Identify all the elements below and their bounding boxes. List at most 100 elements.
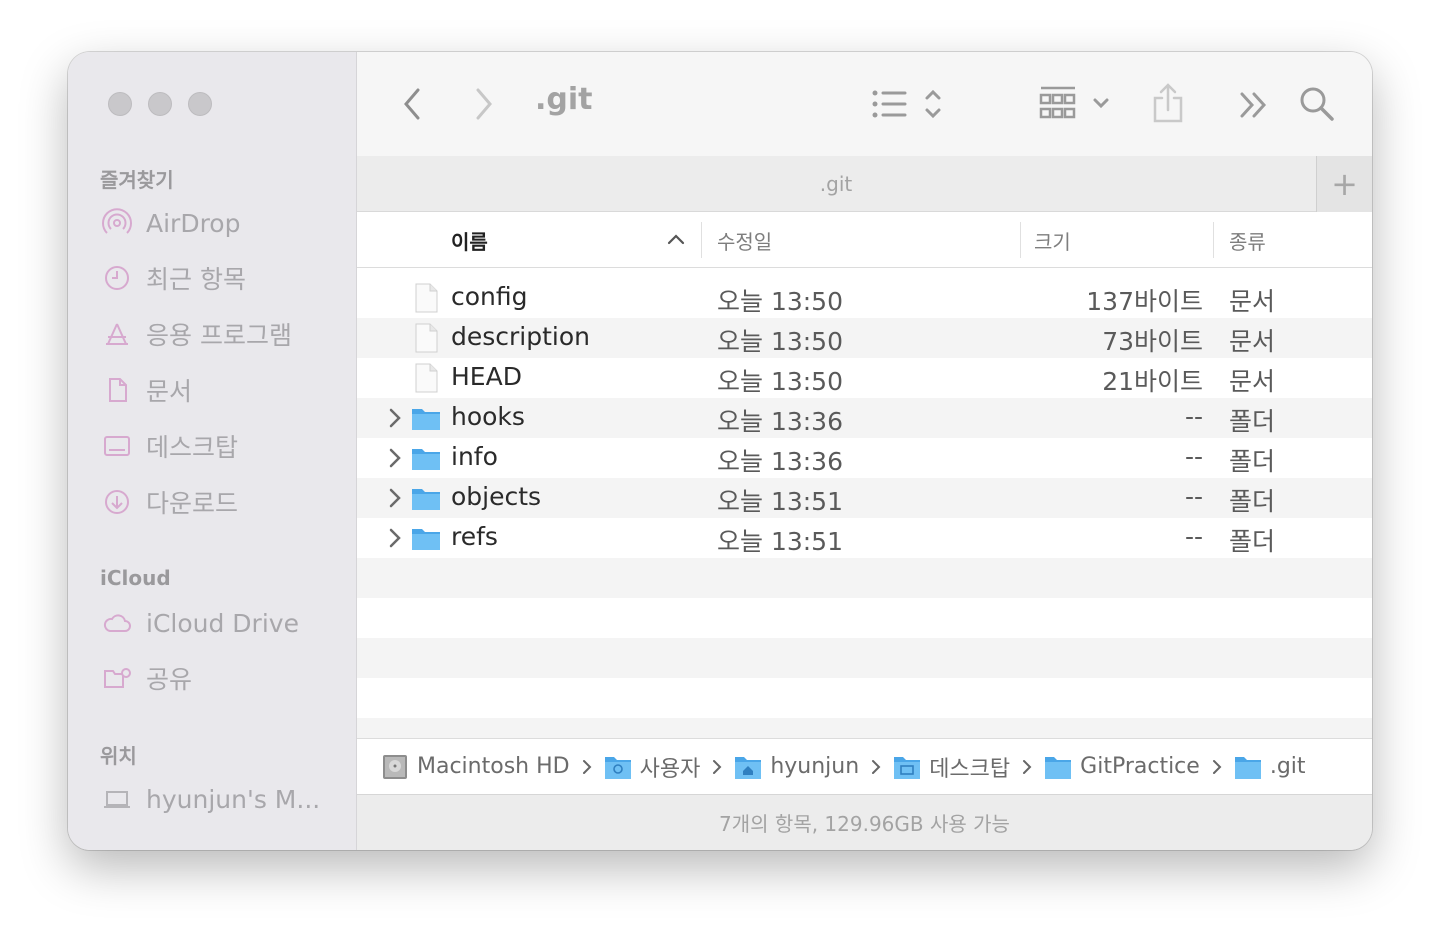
close-button[interactable] — [108, 92, 132, 116]
download-icon — [102, 487, 132, 517]
sidebar-item-label: 공유 — [146, 665, 193, 694]
sidebar-section-favorites: 즐겨찾기 — [100, 168, 174, 192]
file-size: -- — [1184, 402, 1203, 431]
sidebar-item-downloads[interactable]: 다운로드 — [102, 482, 238, 522]
path-item-label: 데스크탑 — [929, 756, 1011, 782]
chevron-left-icon — [404, 88, 420, 120]
file-kind: 문서 — [1229, 327, 1276, 356]
file-kind: 문서 — [1229, 287, 1276, 316]
disclosure-button[interactable] — [385, 486, 405, 510]
file-kind: 문서 — [1229, 367, 1276, 396]
airdrop-icon — [102, 208, 132, 238]
sidebar-item-icloud-drive[interactable]: iCloud Drive — [102, 603, 299, 643]
path-item-users[interactable]: 사용자 — [604, 751, 701, 783]
document-file-icon — [415, 363, 438, 393]
minimize-button[interactable] — [148, 92, 172, 116]
shared-folder-icon — [102, 663, 132, 693]
file-date: 오늘 13:50 — [717, 327, 843, 356]
path-item-home[interactable]: hyunjun — [734, 754, 859, 780]
path-item-label: .git — [1269, 754, 1306, 779]
chevron-right-icon — [389, 448, 401, 468]
path-bar: Macintosh HD 사용자 hyunjun 데스크탑 GitPractic… — [357, 738, 1372, 794]
more-toolbar-button[interactable] — [1239, 90, 1269, 120]
tab-bar: .git + — [357, 156, 1372, 212]
path-item-gitpractice[interactable]: GitPractice — [1044, 754, 1200, 780]
document-file-icon — [415, 323, 438, 353]
share-icon — [1153, 83, 1183, 123]
sidebar-item-recents[interactable]: 최근 항목 — [102, 258, 246, 298]
window-controls — [108, 92, 212, 116]
folder-icon — [412, 529, 440, 550]
column-date-label: 수정일 — [717, 229, 773, 254]
sidebar-item-documents[interactable]: 문서 — [102, 370, 192, 410]
sidebar-item-mac[interactable]: hyunjun's M... — [102, 779, 320, 819]
sidebar-item-shared[interactable]: 공유 — [102, 658, 192, 698]
file-name: description — [451, 322, 591, 351]
disclosure-button[interactable] — [385, 406, 405, 430]
file-size: -- — [1184, 442, 1203, 471]
sidebar-item-applications[interactable]: 응용 프로그램 — [102, 314, 292, 354]
table-row[interactable]: config 오늘 13:50 137바이트 문서 — [357, 278, 1372, 318]
column-divider — [701, 222, 702, 258]
column-name[interactable]: 이름 — [451, 212, 488, 268]
table-row[interactable]: HEAD 오늘 13:50 21바이트 문서 — [357, 358, 1372, 398]
sidebar-item-label: iCloud Drive — [146, 608, 299, 638]
path-item-git[interactable]: .git — [1234, 754, 1306, 780]
desktop-icon — [102, 431, 132, 461]
chevron-right-icon — [871, 759, 881, 775]
column-size[interactable]: 크기 — [1034, 212, 1071, 268]
sidebar-item-label: 최근 항목 — [146, 265, 246, 294]
view-options-button[interactable] — [871, 86, 945, 122]
sidebar-item-label: 응용 프로그램 — [146, 321, 292, 350]
share-button[interactable] — [1152, 82, 1184, 124]
sidebar-item-label: AirDrop — [146, 208, 241, 238]
chevron-right-icon — [712, 759, 722, 775]
file-size: 137바이트 — [1086, 287, 1203, 316]
disclosure-button[interactable] — [385, 446, 405, 470]
applications-icon — [102, 319, 132, 349]
path-item-desktop[interactable]: 데스크탑 — [893, 751, 1010, 783]
table-row[interactable]: refs 오늘 13:51 -- 폴더 — [357, 518, 1372, 558]
table-row[interactable]: objects 오늘 13:51 -- 폴더 — [357, 478, 1372, 518]
cloud-icon — [102, 608, 132, 638]
sidebar-item-airdrop[interactable]: AirDrop — [102, 203, 240, 243]
sidebar-section-icloud: iCloud — [100, 566, 171, 590]
file-date: 오늘 13:51 — [717, 527, 843, 556]
tab-title[interactable]: .git — [357, 172, 1315, 196]
file-name: objects — [451, 482, 542, 511]
file-size: -- — [1184, 522, 1203, 551]
forward-button[interactable] — [469, 86, 499, 122]
file-kind: 폴더 — [1229, 407, 1276, 436]
folder-icon — [1045, 756, 1072, 779]
window-title: .git — [535, 82, 593, 117]
search-button[interactable] — [1299, 86, 1335, 122]
grid-group-icon — [1039, 86, 1109, 119]
sidebar-item-desktop[interactable]: 데스크탑 — [102, 426, 238, 466]
list-view-icon — [872, 89, 941, 119]
back-button[interactable] — [397, 86, 427, 122]
folder-icon — [412, 409, 440, 430]
new-tab-button[interactable]: + — [1316, 156, 1372, 212]
file-date: 오늘 13:50 — [717, 367, 843, 396]
chevron-right-icon — [1022, 759, 1032, 775]
users-folder-icon — [604, 756, 631, 779]
table-row[interactable]: description 오늘 13:50 73바이트 문서 — [357, 318, 1372, 358]
group-button[interactable] — [1039, 84, 1111, 124]
folder-icon — [1234, 756, 1261, 779]
sidebar-item-label: 데스크탑 — [146, 433, 239, 462]
zoom-button[interactable] — [188, 92, 212, 116]
column-kind[interactable]: 종류 — [1229, 212, 1266, 268]
folder-icon — [412, 449, 440, 470]
disclosure-button[interactable] — [385, 526, 405, 550]
column-date[interactable]: 수정일 — [717, 212, 772, 268]
table-row[interactable]: hooks 오늘 13:36 -- 폴더 — [357, 398, 1372, 438]
sidebar-item-label: 다운로드 — [146, 489, 239, 518]
laptop-icon — [102, 784, 132, 814]
path-item-label: 사용자 — [639, 756, 701, 782]
empty-row — [357, 598, 1372, 638]
document-icon — [102, 375, 132, 405]
table-row[interactable]: info 오늘 13:36 -- 폴더 — [357, 438, 1372, 478]
column-divider — [1020, 222, 1021, 258]
path-item-macintosh-hd[interactable]: Macintosh HD — [381, 754, 570, 780]
main-pane: .git .git + 이름 수정일 크기 종류 config 오늘 13:50… — [357, 52, 1372, 850]
